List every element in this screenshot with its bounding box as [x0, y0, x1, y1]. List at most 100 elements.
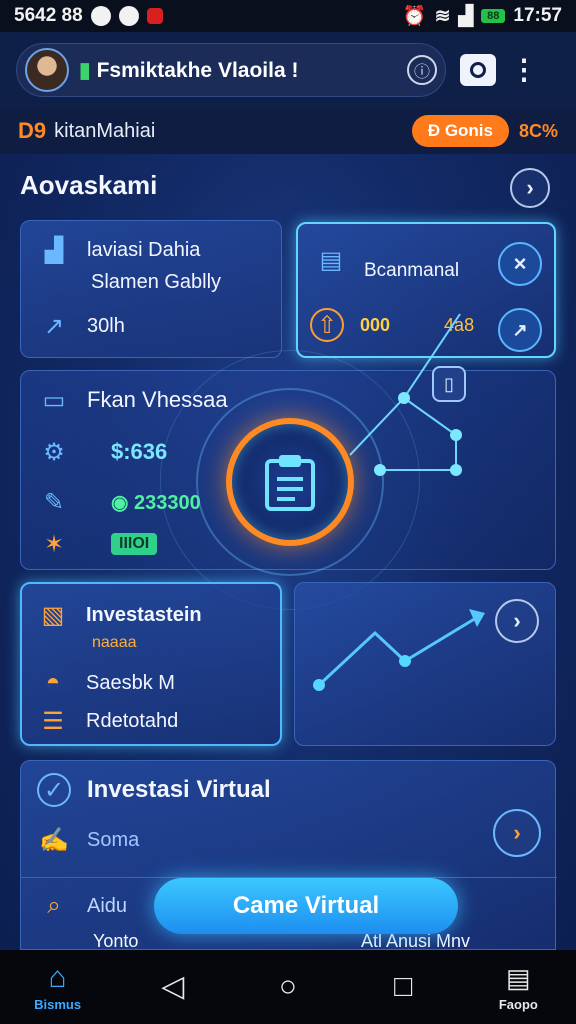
trend-point: [399, 655, 411, 667]
card-a-label-2: Slamen Gablly: [91, 271, 222, 293]
camera-button[interactable]: [460, 54, 496, 86]
more-menu-icon[interactable]: ⋮: [510, 56, 538, 84]
home-circle-icon: ○: [278, 970, 298, 1003]
card-f-label-2: Soma: [87, 828, 140, 851]
card-f-row-2: ✍ Soma: [37, 823, 139, 857]
wifi-icon: ≋: [434, 5, 451, 27]
section-next-button[interactable]: ›: [510, 168, 550, 208]
avatar[interactable]: [25, 48, 69, 92]
top-title-wrap: ▮ Fsmiktakhe Vlaoila !: [79, 58, 397, 83]
expand-icon: ↗: [512, 319, 528, 340]
card-d-row-2: ◓ Saesbk M: [36, 666, 175, 700]
card-d-label-2: Saesbk M: [86, 671, 175, 694]
card-f-row-1: ✓ Investasi Virtual: [37, 773, 271, 807]
profile-pill[interactable]: ▮ Fsmiktakhe Vlaoila ! ⓘ: [16, 43, 446, 97]
notification-icon: [90, 6, 111, 26]
back-triangle-icon: ◁: [161, 970, 185, 1003]
handshake-icon: ✍: [39, 826, 69, 854]
card-d-subtitle: naaaa: [92, 634, 137, 651]
nav-back[interactable]: ◁: [133, 972, 213, 1002]
growth-coin-icon: ⇧: [310, 308, 344, 342]
clipboard-icon: [265, 455, 315, 511]
recents-square-icon: □: [394, 970, 413, 1003]
chart-next-button[interactable]: ›: [495, 599, 539, 643]
section-title: Aovaskami: [20, 170, 158, 200]
card-f-row-4-right: Atl Anusi Mnv: [361, 931, 470, 952]
card-a-row-1: ▟ laviasi Dahia: [37, 233, 201, 267]
network-node: [450, 429, 462, 441]
card-f-label-4-right: Atl Anusi Mnv: [361, 931, 471, 951]
tools-icon: ✎: [43, 488, 65, 516]
trend-point: [313, 679, 325, 691]
settings-gear-icon: ⚙: [43, 438, 65, 466]
device-icon[interactable]: ▯: [432, 366, 466, 402]
trend-icon: ↗: [43, 312, 65, 340]
card-trend-chart[interactable]: ›: [294, 582, 556, 746]
nav-home-circle[interactable]: ○: [248, 972, 328, 1002]
coin-stack-icon: ◓: [45, 669, 61, 696]
top-bar: ▮ Fsmiktakhe Vlaoila ! ⓘ ⋮: [0, 32, 576, 108]
ledger-icon: ☰: [42, 707, 64, 735]
signal-icon: ▟: [458, 5, 474, 27]
online-dot-icon: ▮: [79, 58, 91, 82]
target-icon: ✓: [37, 773, 71, 807]
bottom-nav: ⌂ Bismus ◁ ○ □ ▤ Faopo: [0, 950, 576, 1024]
trend-line-chart: [313, 609, 485, 691]
card-investment[interactable]: ▧ Investastein naaaa ◓ Saesbk M ☰ Rdetot…: [20, 582, 282, 746]
close-button[interactable]: ×: [498, 242, 542, 286]
network-node: [374, 464, 386, 476]
bonus-percent: 8C%: [518, 120, 558, 141]
card-c-badge: IIIOI: [111, 533, 158, 555]
top-title: Fsmiktakhe Vlaoila !: [96, 58, 299, 82]
network-node: [398, 392, 410, 404]
card-d-title: Investastein: [86, 603, 202, 626]
info-icon[interactable]: ⓘ: [407, 55, 437, 85]
card-f-title: Investasi Virtual: [87, 776, 271, 803]
brand-name: kitanMahiai: [54, 119, 156, 142]
stat-coin-icon: ◉: [111, 491, 135, 514]
network-node: [450, 464, 462, 476]
card-b-row-1: ▤ Bcanmanal: [314, 238, 459, 282]
card-a-label-3: 30lh: [87, 314, 125, 337]
card-c-amount: $:636: [111, 439, 168, 464]
card-f-row-3: ⌕ Aidu: [37, 889, 127, 923]
chevron-right-icon: ›: [526, 175, 534, 200]
card-profile-summary[interactable]: ▟ laviasi Dahia Slamen Gablly ↗ 30lh: [20, 220, 282, 358]
card-d-row-3: ☰ Rdetotahd: [36, 704, 178, 738]
card-a-label-1: laviasi Dahia: [87, 238, 201, 261]
briefcase-icon: ▤: [506, 962, 531, 993]
status-left: 5642 88: [14, 5, 163, 27]
card-d-label-3: Rdetotahd: [86, 709, 179, 732]
nav-home-label: Bismus: [34, 996, 82, 1012]
nav-menu[interactable]: ▤ Faopo: [478, 963, 558, 1012]
status-time: 17:57: [513, 5, 562, 26]
report-icon: ▧: [41, 601, 65, 629]
card-c-row-4: ✶ IIIOI: [37, 527, 158, 561]
trend-arrow-head: [469, 609, 485, 627]
alert-icon: [146, 8, 163, 24]
nav-home[interactable]: ⌂ Bismus: [18, 960, 98, 1012]
nav-recents[interactable]: □: [363, 972, 443, 1002]
card-f-row-4: Yonto: [93, 931, 138, 952]
nav-menu-label: Faopo: [498, 996, 538, 1012]
expand-button[interactable]: ↗: [498, 308, 542, 352]
status-right: ⏰ ≋ ▟ 88 17:57: [403, 4, 562, 28]
battery-icon: 88: [481, 9, 506, 23]
card-a-row-2: Slamen Gablly: [91, 271, 221, 294]
document-icon: ▤: [319, 246, 343, 274]
app-notification-icon: [118, 6, 139, 26]
status-text: 5642 88: [14, 5, 83, 26]
card-d-row-sub: naaaa: [92, 634, 137, 652]
virtual-next-button[interactable]: ›: [493, 809, 541, 857]
card-a-row-3: ↗ 30lh: [37, 309, 125, 343]
card-f-label-3: Aidu: [87, 894, 128, 917]
home-icon: ⌂: [48, 960, 67, 994]
card-d-row-1: ▧ Investastein: [36, 598, 202, 632]
card-b-title: Bcanmanal: [364, 260, 460, 281]
bonus-button[interactable]: Đ Gonis: [411, 115, 509, 147]
brand-logo: D9: [18, 118, 47, 143]
card-c-row-2: ⚙ $:636: [37, 435, 167, 469]
alarm-icon: ⏰: [402, 6, 427, 27]
game-virtual-button[interactable]: Came Virtual: [154, 878, 458, 934]
center-hub-button[interactable]: [226, 418, 354, 546]
